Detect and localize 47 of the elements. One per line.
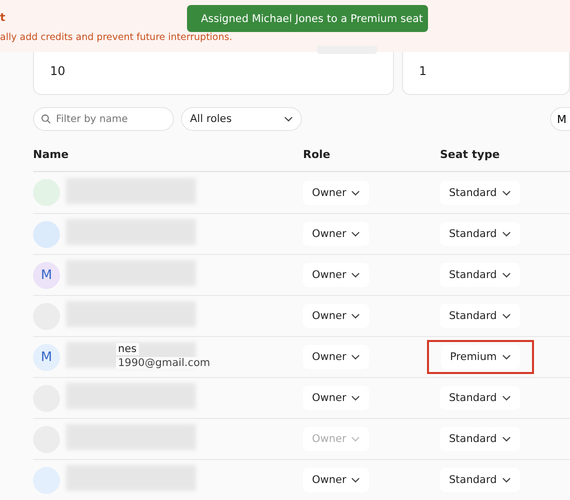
role-dropdown[interactable]: Owner xyxy=(303,222,370,246)
role-filter-dropdown[interactable]: All roles xyxy=(181,107,302,131)
chevron-down-icon xyxy=(502,436,511,442)
more-button[interactable]: M xyxy=(550,107,570,131)
banner-message: ally add credits and prevent future interruptions. xyxy=(0,32,234,44)
banner-title: t xyxy=(0,11,6,26)
user-name: nes xyxy=(116,343,139,355)
seat-type-dropdown[interactable]: Standard xyxy=(440,427,520,451)
role-dropdown[interactable]: Owner xyxy=(303,468,370,492)
chevron-down-icon xyxy=(502,313,511,319)
chevron-down-icon xyxy=(502,477,511,483)
stat-value: 1 xyxy=(419,64,427,78)
chevron-down-icon xyxy=(351,272,360,278)
avatar: M xyxy=(33,262,60,288)
chevron-down-icon xyxy=(351,313,360,319)
column-header: Role xyxy=(303,148,332,161)
stat-value: 10 xyxy=(50,64,66,78)
chevron-down-icon xyxy=(284,116,293,122)
chevron-down-icon xyxy=(502,190,511,196)
chevron-down-icon xyxy=(351,477,360,483)
seat-type-dropdown[interactable]: Standard xyxy=(440,386,520,410)
seat-type-dropdown[interactable]: Standard xyxy=(440,468,520,492)
seat-type-dropdown[interactable]: Standard xyxy=(440,263,520,287)
seat-type-dropdown[interactable]: Standard xyxy=(440,304,520,328)
role-dropdown[interactable]: Owner xyxy=(303,180,370,204)
role-dropdown[interactable]: Owner xyxy=(303,304,370,328)
role-dropdown[interactable]: Owner xyxy=(303,345,370,369)
chevron-down-icon xyxy=(502,231,511,237)
toast-message: Assigned Michael Jones to a Premium seat xyxy=(201,12,424,24)
chevron-down-icon xyxy=(502,395,511,401)
column-header: Seat type xyxy=(440,148,501,161)
search-field[interactable]: Filter by name xyxy=(33,107,174,131)
avatar: M xyxy=(33,344,60,370)
seat-type-dropdown[interactable]: Standard xyxy=(440,222,520,246)
role-dropdown[interactable]: Owner xyxy=(303,263,370,287)
chevron-down-icon xyxy=(351,436,360,442)
chevron-down-icon xyxy=(502,354,511,360)
seat-type-dropdown[interactable]: Standard xyxy=(440,180,520,204)
role-dropdown[interactable]: Owner xyxy=(303,386,370,410)
chevron-down-icon xyxy=(351,190,360,196)
chevron-down-icon xyxy=(502,272,511,278)
column-header: Name xyxy=(33,148,70,161)
chevron-down-icon xyxy=(351,231,360,237)
chevron-down-icon xyxy=(351,395,360,401)
seat-type-dropdown[interactable]: Premium xyxy=(441,345,520,369)
chevron-down-icon xyxy=(351,354,360,360)
user-email: 1990@gmail.com xyxy=(116,357,212,369)
